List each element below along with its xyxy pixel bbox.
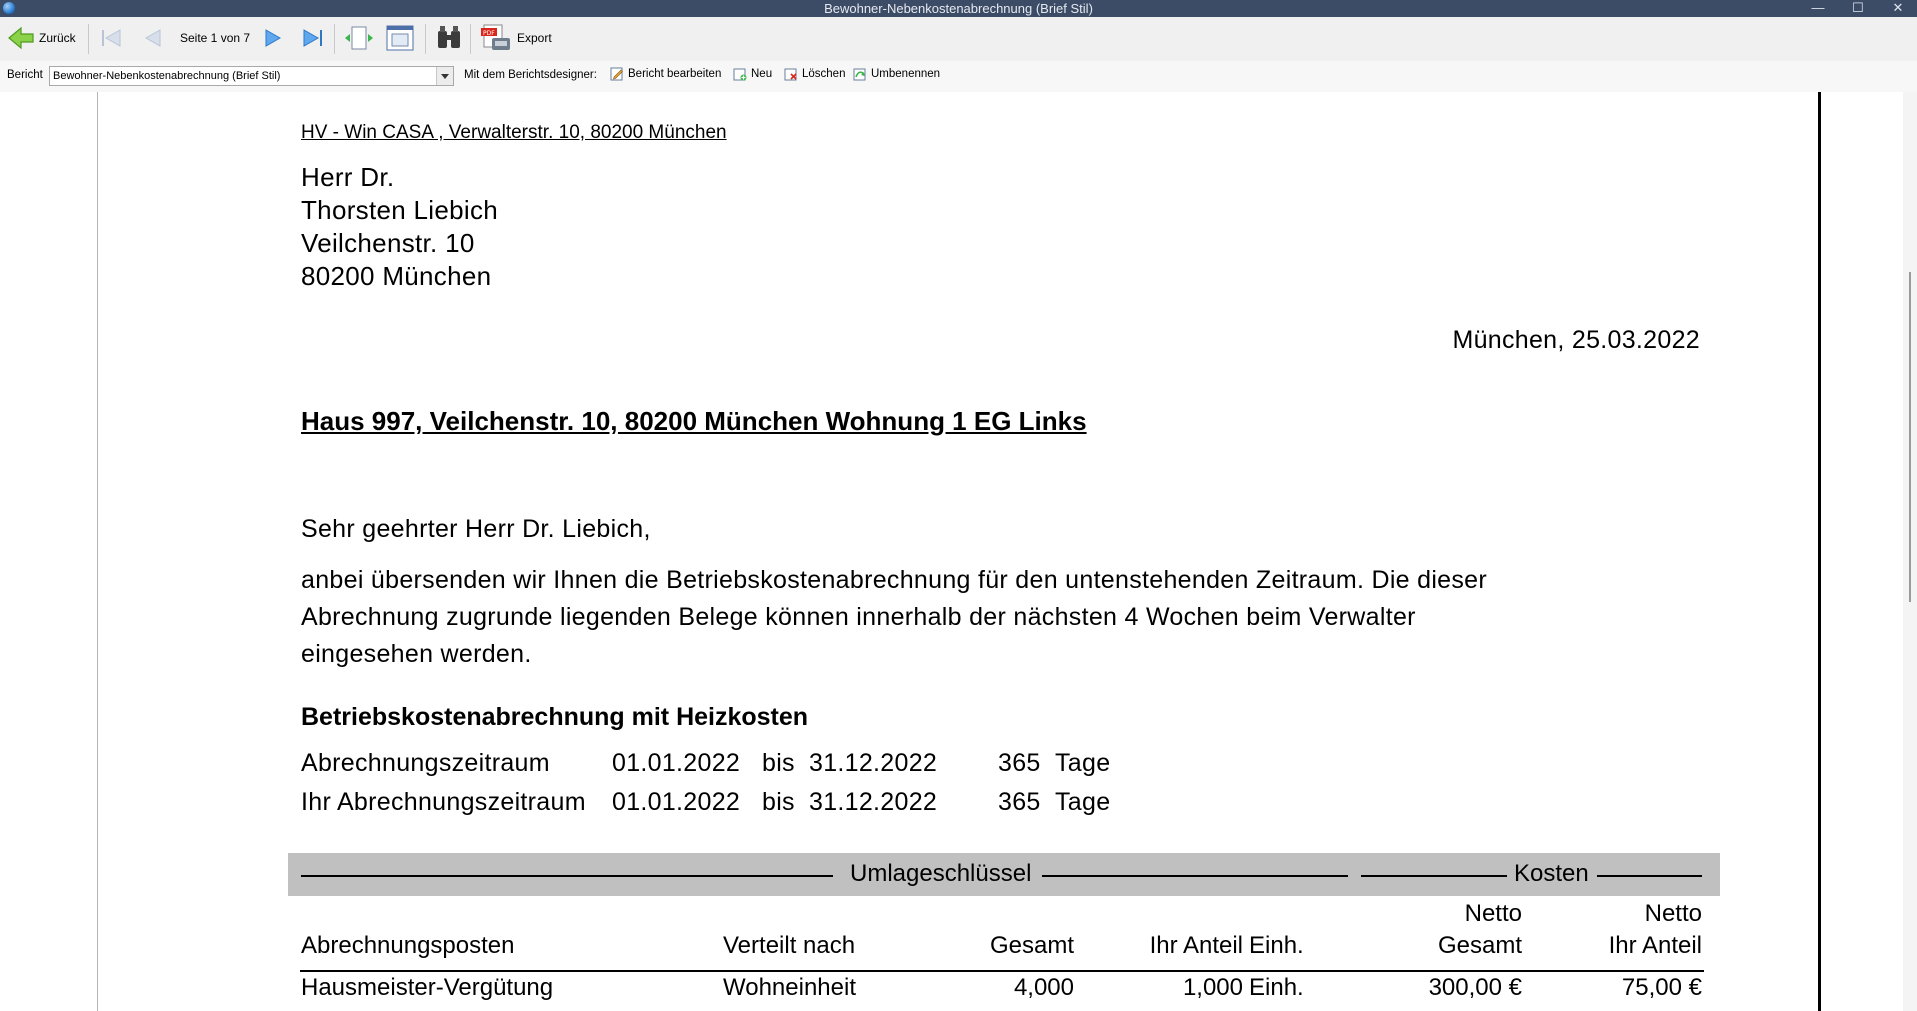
- column-header-posten: Abrechnungsposten: [301, 932, 515, 959]
- sender-line: HV - Win CASA , Verwalterstr. 10, 80200 …: [301, 122, 727, 143]
- column-header-netto-anteil: Ihr Anteil: [1608, 932, 1702, 959]
- back-button[interactable]: Zurück: [7, 25, 76, 51]
- svg-text:PDF: PDF: [483, 30, 495, 37]
- first-page-icon: [102, 29, 121, 47]
- recipient-line: Thorsten Liebich: [301, 195, 499, 225]
- period-label: Abrechnungszeitraum: [301, 749, 550, 777]
- report-select-value: Bewohner-Nebenkostenabrechnung (Brief St…: [53, 70, 281, 82]
- previous-page-button[interactable]: [140, 25, 164, 51]
- window-title: Bewohner-Nebenkostenabrechnung (Brief St…: [824, 1, 1093, 16]
- recipient-line: Veilchenstr. 10: [301, 228, 475, 258]
- vertical-scrollbar[interactable]: [1903, 92, 1917, 1011]
- search-button[interactable]: [435, 25, 463, 51]
- last-page-button[interactable]: [300, 25, 326, 51]
- subject-line: Haus 997, Veilchenstr. 10, 80200 München…: [301, 406, 1087, 436]
- next-page-icon: [265, 29, 282, 47]
- group-header-costs: Kosten: [1514, 860, 1589, 887]
- section-heading: Betriebskostenabrechnung mit Heizkosten: [301, 703, 809, 731]
- column-header-netto: Netto: [1644, 900, 1702, 927]
- minimize-button[interactable]: —: [1803, 0, 1833, 17]
- salutation: Sehr geehrter Herr Dr. Liebich,: [301, 515, 651, 543]
- cell-verteilt: Wohneinheit: [723, 974, 856, 1001]
- fit-width-icon: [345, 26, 373, 50]
- report-label: Bericht: [7, 69, 43, 81]
- period-bis: bis: [762, 749, 795, 777]
- new-report-button[interactable]: Neu: [733, 67, 772, 81]
- export-label: Export: [517, 31, 552, 45]
- body-line: Abrechnung zugrunde liegenden Belege kön…: [301, 603, 1416, 631]
- first-page-button[interactable]: [98, 25, 124, 51]
- period-bis: bis: [762, 788, 795, 816]
- back-arrow-icon: [8, 26, 34, 50]
- cell-netto-gesamt: 300,00 €: [1428, 974, 1522, 1001]
- date-line: München, 25.03.2022: [1452, 326, 1700, 354]
- rename-report-button[interactable]: Umbenennen: [853, 67, 940, 81]
- report-viewer[interactable]: HV - Win CASA , Verwalterstr. 10, 80200 …: [0, 92, 1917, 1011]
- body-line: eingesehen werden.: [301, 640, 532, 668]
- period-from: 01.01.2022: [612, 788, 741, 816]
- back-label: Zurück: [39, 31, 76, 45]
- report-bar: Bericht Bewohner-Nebenkostenabrechnung (…: [0, 61, 1917, 93]
- toolbar: Zurück Seite 1 von 7 PDF Export: [0, 17, 1917, 61]
- next-page-button[interactable]: [262, 25, 286, 51]
- previous-page-icon: [144, 29, 161, 47]
- band-rule: [301, 875, 833, 877]
- group-header-key: Umlageschlüssel: [850, 860, 1032, 887]
- rename-icon: [853, 68, 866, 81]
- period-unit: Tage: [1055, 788, 1111, 816]
- band-rule: [1361, 875, 1507, 877]
- binoculars-icon: [438, 26, 460, 48]
- new-document-icon: [733, 68, 747, 81]
- delete-report-button[interactable]: Löschen: [784, 67, 845, 81]
- designer-label: Mit dem Berichtsdesigner:: [464, 69, 597, 81]
- edit-report-button[interactable]: Bericht bearbeiten: [610, 67, 721, 81]
- period-days: 365: [998, 788, 1041, 816]
- maximize-button[interactable]: ☐: [1843, 0, 1873, 17]
- period-from: 01.01.2022: [612, 749, 741, 777]
- cell-einh: Einh.: [1249, 974, 1304, 1001]
- period-days: 365: [998, 749, 1041, 777]
- column-header-einh: Einh.: [1249, 932, 1304, 959]
- rename-report-label: Umbenennen: [871, 68, 941, 80]
- page-indicator: Seite 1 von 7: [180, 31, 251, 45]
- chevron-down-icon[interactable]: [436, 67, 453, 85]
- period-label: Ihr Abrechnungszeitraum: [301, 788, 586, 816]
- column-header-anteil: Ihr Anteil: [1149, 932, 1243, 959]
- edit-report-label: Bericht bearbeiten: [628, 68, 722, 80]
- header-rule: [300, 970, 1704, 972]
- pdf-export-icon: PDF: [481, 24, 510, 50]
- page-edge-left: [97, 92, 98, 1011]
- body-line: anbei übersenden wir Ihnen die Betriebsk…: [301, 566, 1488, 594]
- period-to: 31.12.2022: [809, 749, 938, 777]
- cell-anteil: 1,000: [1182, 974, 1243, 1001]
- page-edge-right: [1818, 92, 1821, 1011]
- edit-icon: [610, 67, 623, 81]
- page-view-icon: [386, 25, 414, 51]
- period-unit: Tage: [1055, 749, 1111, 777]
- column-header-netto-gesamt: Gesamt: [1437, 932, 1522, 959]
- report-select[interactable]: Bewohner-Nebenkostenabrechnung (Brief St…: [49, 66, 454, 86]
- title-bar: Bewohner-Nebenkostenabrechnung (Brief St…: [0, 0, 1917, 17]
- recipient-line: Herr Dr.: [301, 162, 395, 192]
- close-button[interactable]: ✕: [1883, 0, 1913, 17]
- band-rule: [1042, 875, 1348, 877]
- export-button[interactable]: PDF Export: [480, 24, 552, 51]
- last-page-icon: [303, 29, 322, 47]
- column-header-verteilt: Verteilt nach: [723, 932, 856, 959]
- column-header-netto: Netto: [1464, 900, 1522, 927]
- delete-document-icon: [784, 68, 797, 81]
- fit-width-button[interactable]: [344, 25, 374, 51]
- cell-posten: Hausmeister-Vergütung: [301, 974, 554, 1001]
- new-report-label: Neu: [751, 68, 773, 80]
- scrollbar-thumb[interactable]: [1909, 272, 1911, 602]
- recipient-line: 80200 München: [301, 261, 492, 291]
- band-rule: [1597, 875, 1702, 877]
- delete-report-label: Löschen: [802, 68, 846, 80]
- single-page-button[interactable]: [385, 25, 415, 51]
- cell-netto-anteil: 75,00 €: [1621, 974, 1702, 1001]
- period-to: 31.12.2022: [809, 788, 938, 816]
